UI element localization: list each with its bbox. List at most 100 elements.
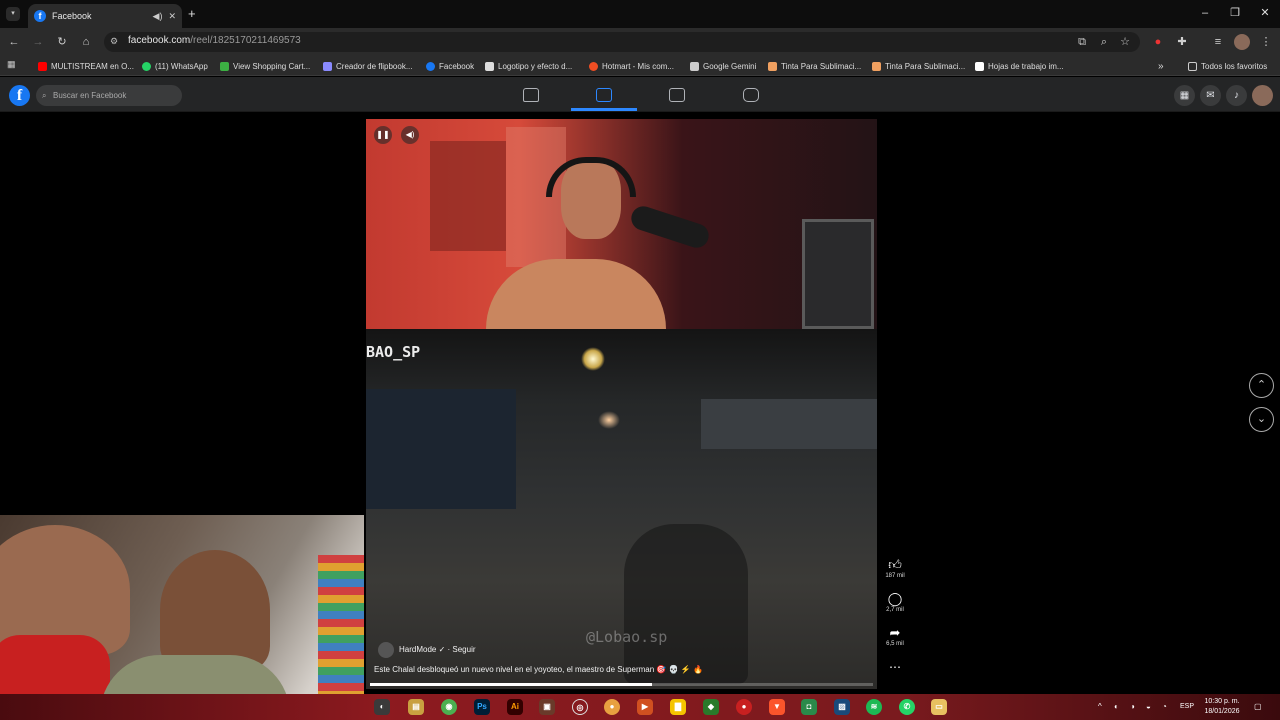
viewer-right-head	[160, 550, 270, 670]
taskbar-app-15-icon[interactable]: ▨	[834, 699, 850, 715]
sticky-notes-icon[interactable]: ▇	[670, 699, 686, 715]
taskbar-app-1-icon[interactable]: ◐	[374, 699, 390, 715]
car-light	[598, 411, 620, 429]
rider-shadow	[624, 524, 748, 684]
extension-icon[interactable]: ●	[1150, 34, 1166, 50]
messenger-icon[interactable]: ✉	[1200, 85, 1221, 106]
youtube-icon	[38, 61, 47, 71]
site-info-icon[interactable]: ⚙	[110, 36, 118, 47]
taskbar-app-9-icon[interactable]: ▶	[637, 699, 653, 715]
comment-button[interactable]: ◯ 2,7 mil	[882, 591, 908, 613]
folder-taskbar-icon[interactable]: ▭	[931, 699, 947, 715]
extensions-puzzle-icon[interactable]: ✚	[1174, 34, 1190, 50]
back-icon[interactable]: ←	[6, 34, 22, 50]
obs-icon[interactable]: ◎	[572, 699, 588, 715]
apps-grid-icon[interactable]: ▦	[7, 59, 16, 70]
street-wall	[366, 389, 516, 509]
home-nav-icon[interactable]	[523, 88, 539, 102]
browser-tab[interactable]: f Facebook ◀) ✕	[28, 4, 182, 28]
tray-icon-2[interactable]: ◑	[1130, 702, 1135, 711]
zoom-icon[interactable]: ⌕	[1096, 34, 1112, 50]
volume-icon[interactable]: ◀)	[401, 126, 419, 144]
bookmark-whatsapp[interactable]: (11) WhatsApp	[142, 58, 208, 74]
reading-list-icon[interactable]: ≡	[1210, 34, 1226, 50]
illustrator-icon[interactable]: Ai	[507, 699, 523, 715]
speaker-icon[interactable]: ◀)	[153, 11, 163, 22]
gaming-nav-icon[interactable]	[743, 88, 759, 102]
system-clock[interactable]: 10:30 p. m. 18/01/2026	[1196, 697, 1248, 717]
facebook-logo[interactable]: f	[9, 85, 30, 106]
photoshop-icon[interactable]: Ps	[474, 699, 490, 715]
facebook-search-input[interactable]: Buscar en Facebook	[36, 85, 182, 106]
reel-caption: Este Chalal desbloqueó un nuevo nivel en…	[374, 665, 703, 674]
tray-overflow-icon[interactable]: ^	[1098, 702, 1102, 711]
reload-icon[interactable]: ↻	[54, 34, 70, 50]
taskbar-app-11-icon[interactable]: ◆	[703, 699, 719, 715]
more-bookmarks-icon[interactable]: »	[1158, 58, 1164, 74]
bookmark-flipbook[interactable]: Creador de flipbook...	[323, 58, 413, 74]
more-options-icon[interactable]: ⋯	[882, 660, 908, 674]
video-progress-fill	[370, 683, 652, 686]
next-reel-icon[interactable]: ⌄	[1249, 407, 1274, 432]
tray-icon-3[interactable]: ◒	[1146, 702, 1151, 711]
close-window-icon[interactable]: ✕	[1250, 4, 1280, 22]
tab-title: Facebook	[52, 11, 92, 21]
active-tab-indicator	[571, 108, 637, 111]
bookmark-hotmart[interactable]: Hotmart - Mis com...	[589, 58, 674, 74]
brave-icon[interactable]: ▼	[769, 699, 785, 715]
taskbar-app-8-icon[interactable]: ●	[604, 699, 620, 715]
share-icon: ➦	[889, 625, 901, 640]
tray-icon-1[interactable]: ◐	[1114, 702, 1119, 711]
author-avatar[interactable]	[378, 642, 394, 658]
notifications-icon[interactable]: ▢	[1254, 702, 1262, 711]
minimize-icon[interactable]: –	[1190, 4, 1220, 22]
forward-icon[interactable]: →	[30, 34, 46, 50]
taskbar-app-14-icon[interactable]: ◘	[801, 699, 817, 715]
bookmark-facebook[interactable]: Facebook	[426, 58, 474, 74]
webcam-overlay	[0, 515, 364, 720]
url-text[interactable]: facebook.com/reel/1825170211469573	[128, 35, 301, 46]
home-icon[interactable]: ⌂	[78, 34, 94, 50]
bookmark-tinta-1[interactable]: Tinta Para Sublimaci...	[768, 58, 861, 74]
language-indicator[interactable]: ESP	[1180, 703, 1194, 710]
all-bookmarks-folder[interactable]: Todos los favoritos	[1188, 58, 1267, 74]
pause-icon[interactable]: ❚❚	[374, 126, 392, 144]
taskbar-app-6-icon[interactable]: ▣	[539, 699, 555, 715]
account-avatar[interactable]	[1252, 85, 1273, 106]
spotify-icon[interactable]: ≋	[866, 699, 882, 715]
bookmark-tinta-2[interactable]: Tinta Para Sublimaci...	[872, 58, 965, 74]
new-tab-icon[interactable]: +	[188, 6, 196, 21]
thumbs-up-icon: 👍︎	[888, 557, 902, 572]
pen-icon	[485, 61, 494, 71]
notifications-bell-icon[interactable]: ♪	[1226, 85, 1247, 106]
file-explorer-icon[interactable]: ▤	[408, 699, 424, 715]
menu-kebab-icon[interactable]: ⋮	[1258, 34, 1274, 50]
like-button[interactable]: 👍︎ 187 mil	[882, 557, 908, 579]
previous-reel-icon[interactable]: ⌃	[1249, 373, 1274, 398]
clock-date: 18/01/2026	[1204, 708, 1240, 715]
taskbar-app-12-icon[interactable]: ●	[736, 699, 752, 715]
marketplace-nav-icon[interactable]	[669, 88, 685, 102]
author-name[interactable]: HardMode ✓ · Seguir	[399, 645, 476, 654]
reels-nav-icon[interactable]	[596, 88, 612, 102]
whatsapp-taskbar-icon[interactable]: ✆	[899, 699, 915, 715]
bookmark-logotipo[interactable]: Logotipo y efecto d...	[485, 58, 572, 74]
bookmark-multistream[interactable]: MULTISTREAM en O...	[38, 58, 134, 74]
bookmark-gemini[interactable]: Google Gemini	[690, 58, 756, 74]
profile-avatar[interactable]	[1234, 34, 1250, 50]
restore-icon[interactable]: ❐	[1220, 4, 1250, 22]
close-tab-icon[interactable]: ✕	[168, 11, 176, 22]
side-shelf	[802, 219, 874, 329]
chrome-icon[interactable]: ◉	[441, 699, 457, 715]
share-button[interactable]: ➦ 6,5 mil	[882, 625, 908, 647]
menu-grid-icon[interactable]: ▦	[1174, 85, 1195, 106]
ink-icon	[768, 61, 777, 71]
bookmark-star-icon[interactable]: ☆	[1117, 34, 1133, 50]
tab-search-icon[interactable]: ▾	[6, 7, 20, 21]
shelf	[506, 127, 566, 267]
bookmark-shopping-cart[interactable]: View Shopping Cart...	[220, 58, 310, 74]
wifi-icon[interactable]: ◔	[1162, 702, 1167, 711]
bookmark-hojas[interactable]: Hojas de trabajo im...	[975, 58, 1064, 74]
cast-icon[interactable]: ⧉	[1074, 34, 1090, 50]
facebook-favicon-icon: f	[34, 10, 46, 22]
